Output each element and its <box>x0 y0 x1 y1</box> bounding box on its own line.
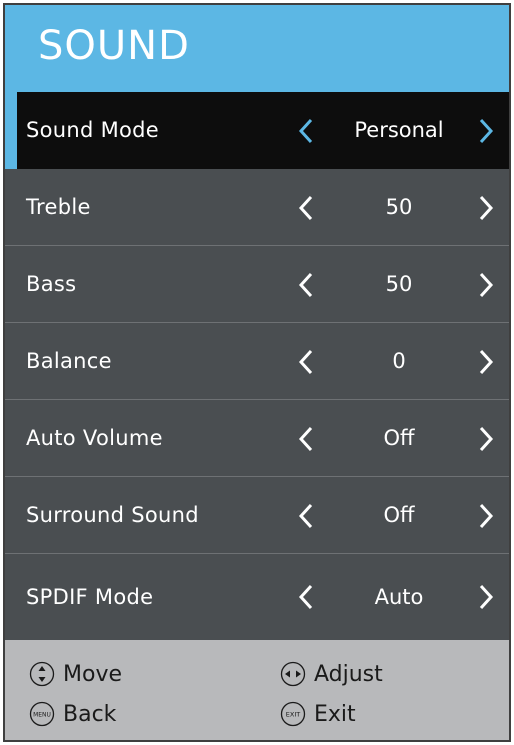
chevron-right-icon[interactable] <box>476 584 496 610</box>
left-right-icon <box>280 661 306 687</box>
row-value: 50 <box>385 272 413 296</box>
menu-row-spdif-mode[interactable]: SPDIF Mode Auto <box>5 554 509 640</box>
chevron-left-icon[interactable] <box>296 426 316 452</box>
key-hints-footer: Move MENU Back Adjust EXIT Exit <box>5 640 509 740</box>
exit-button-icon: EXIT <box>280 701 306 727</box>
row-value: Off <box>383 503 415 527</box>
menu-icon-text: MENU <box>33 712 51 719</box>
row-label: Treble <box>26 195 91 219</box>
row-label: SPDIF Mode <box>26 585 154 609</box>
chevron-right-icon[interactable] <box>476 349 496 375</box>
hint-back-label: Back <box>63 701 117 727</box>
chevron-left-icon[interactable] <box>296 349 316 375</box>
menu-row-sound-mode[interactable]: Sound Mode Personal <box>5 92 509 169</box>
chevron-left-icon[interactable] <box>296 503 316 529</box>
hint-exit: EXIT Exit <box>280 699 356 729</box>
menu-row-balance[interactable]: Balance 0 <box>5 323 509 400</box>
chevron-right-icon[interactable] <box>476 118 496 144</box>
row-value: Personal <box>354 118 444 142</box>
chevron-right-icon[interactable] <box>476 272 496 298</box>
menu-row-surround-sound[interactable]: Surround Sound Off <box>5 477 509 554</box>
menu-row-bass[interactable]: Bass 50 <box>5 246 509 323</box>
hint-move-label: Move <box>63 661 122 687</box>
up-down-icon <box>29 661 55 687</box>
row-label: Surround Sound <box>26 503 199 527</box>
row-value: Off <box>383 426 415 450</box>
chevron-right-icon[interactable] <box>476 195 496 221</box>
chevron-left-icon[interactable] <box>296 584 316 610</box>
hint-adjust: Adjust <box>280 659 383 689</box>
hint-back: MENU Back <box>29 699 116 729</box>
page-title: SOUND <box>38 23 190 69</box>
row-value: 0 <box>392 349 406 373</box>
menu-header: SOUND <box>5 5 509 92</box>
menu-row-treble[interactable]: Treble 50 <box>5 169 509 246</box>
row-value: Auto <box>374 585 424 609</box>
hint-exit-label: Exit <box>314 701 356 727</box>
chevron-right-icon[interactable] <box>476 503 496 529</box>
hint-adjust-label: Adjust <box>314 661 383 687</box>
row-label: Bass <box>26 272 77 296</box>
row-label: Balance <box>26 349 112 373</box>
row-label: Auto Volume <box>26 426 163 450</box>
sound-menu-panel: SOUND Sound Mode Personal Treble 50 Bass… <box>3 3 511 742</box>
chevron-left-icon[interactable] <box>296 118 316 144</box>
row-label: Sound Mode <box>26 118 160 142</box>
hint-move: Move <box>29 659 122 689</box>
row-value: 50 <box>385 195 413 219</box>
chevron-left-icon[interactable] <box>296 195 316 221</box>
chevron-right-icon[interactable] <box>476 426 496 452</box>
menu-row-auto-volume[interactable]: Auto Volume Off <box>5 400 509 477</box>
exit-icon-text: EXIT <box>286 711 300 719</box>
selection-marker <box>5 92 17 169</box>
chevron-left-icon[interactable] <box>296 272 316 298</box>
menu-button-icon: MENU <box>29 701 55 727</box>
